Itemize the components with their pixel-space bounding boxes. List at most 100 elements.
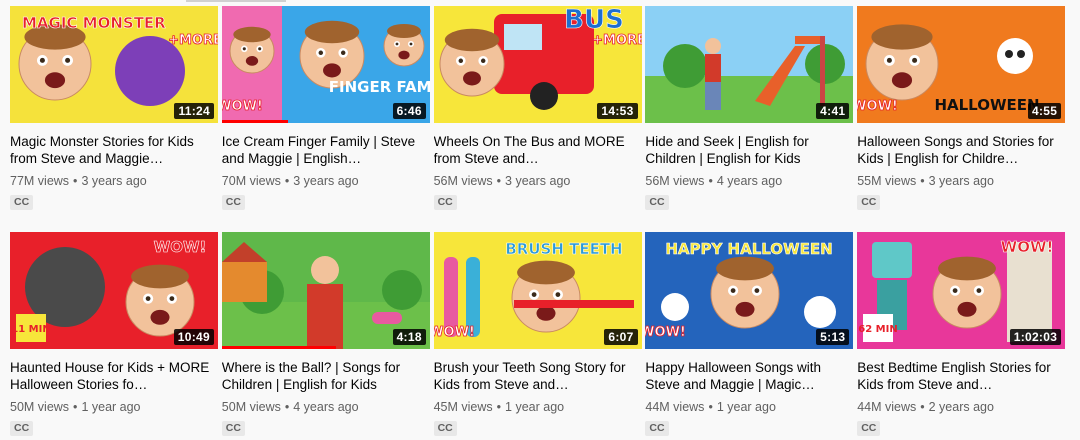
- video-grid: MAGIC MONSTER +MORE 11:24 Magic Monster Sto…: [0, 0, 1080, 440]
- video-metadata: 70M views • 3 years ago: [222, 174, 430, 190]
- video-metadata: 44M views • 1 year ago: [645, 400, 853, 416]
- video-duration: 6:46: [392, 103, 426, 119]
- video-duration: 10:49: [173, 329, 214, 345]
- video-card[interactable]: BRUSH TEETH WOW! 6:07 Brush your Teeth Song…: [433, 232, 642, 436]
- thumbnail-badge: +MORE: [592, 33, 642, 48]
- video-metadata: 44M views • 2 years ago: [857, 400, 1065, 416]
- video-card[interactable]: BUS +MORE 14:53 Wheels On The Bus and MORE …: [433, 6, 642, 210]
- upload-age: 1 year ago: [81, 400, 141, 414]
- closed-captions-badge: CC: [857, 421, 881, 436]
- video-duration: 4:55: [1027, 103, 1062, 119]
- thumbnail-caption: BUS: [564, 6, 624, 35]
- video-card[interactable]: WOW! 62 MIN 1:02:03 Best Bedtime English St…: [857, 232, 1066, 436]
- meta-separator: •: [496, 174, 502, 188]
- video-duration: 4:18: [392, 329, 426, 345]
- video-thumbnail[interactable]: WOW! 11 MIN 10:49: [10, 232, 218, 349]
- thumbnail-badge: WOW!: [222, 99, 263, 114]
- view-count: 56M views: [433, 174, 493, 188]
- video-card[interactable]: HAPPY HALLOWEEN WOW! 5:13 Happy Halloween S…: [645, 232, 854, 436]
- face-illustration: [229, 26, 275, 74]
- video-title[interactable]: Ice Cream Finger Family | Steve and Magg…: [222, 133, 430, 167]
- video-metadata: 45M views • 1 year ago: [434, 400, 642, 416]
- video-title[interactable]: Where is the Ball? | Songs for Children …: [222, 359, 430, 393]
- meta-separator: •: [708, 174, 713, 188]
- thumbnail-caption: HAPPY HALLOWEEN: [666, 240, 833, 258]
- video-card[interactable]: FINGER FAMILY WOW! 6:46 Ice Cream Finger Fa…: [221, 6, 430, 210]
- thumbnail-caption: FINGER FAMILY: [329, 78, 430, 96]
- thumbnail-caption: HALLOWEEN: [935, 96, 1040, 114]
- video-metadata: 56M views • 4 years ago: [645, 174, 853, 190]
- meta-separator: •: [496, 400, 502, 414]
- face-illustration: [18, 24, 92, 101]
- upload-age: 4 years ago: [293, 400, 359, 414]
- view-count: 44M views: [645, 400, 705, 414]
- video-title[interactable]: Halloween Songs and Stories for Kids | E…: [857, 133, 1065, 167]
- video-metadata: 50M views • 4 years ago: [222, 400, 430, 416]
- closed-captions-badge: CC: [221, 421, 245, 436]
- meta-separator: •: [920, 174, 925, 188]
- video-title[interactable]: Wheels On The Bus and MORE from Steve an…: [434, 133, 642, 167]
- video-duration: 14:53: [597, 103, 638, 119]
- upload-age: 3 years ago: [505, 174, 571, 188]
- video-thumbnail[interactable]: 4:18: [221, 232, 430, 349]
- video-thumbnail[interactable]: BUS +MORE 14:53: [433, 6, 642, 123]
- video-duration: 5:13: [816, 329, 850, 345]
- view-count: 70M views: [221, 174, 281, 188]
- thumbnail-caption: WOW!: [1001, 238, 1054, 256]
- video-card[interactable]: HALLOWEEN WOW! 4:55 Halloween Songs and Sto…: [857, 6, 1066, 210]
- video-title[interactable]: Brush your Teeth Song Story for Kids fro…: [434, 359, 642, 393]
- view-count: 55M views: [857, 174, 917, 188]
- video-thumbnail[interactable]: MAGIC MONSTER +MORE 11:24: [10, 6, 218, 123]
- upload-age: 3 years ago: [293, 174, 359, 188]
- video-card[interactable]: WOW! 11 MIN 10:49 Haunted House for Kids + …: [10, 232, 218, 436]
- video-thumbnail[interactable]: WOW! 62 MIN 1:02:03: [857, 232, 1066, 349]
- video-title[interactable]: Hide and Seek | English for Children | E…: [645, 133, 853, 167]
- meta-separator: •: [73, 400, 78, 414]
- thumbnail-badge: 11 MIN: [11, 324, 50, 335]
- upload-age: 4 years ago: [716, 174, 783, 188]
- thumbnail-badge: WOW!: [434, 325, 475, 340]
- video-duration: 11:24: [174, 103, 214, 119]
- thumbnail-badge: WOW!: [645, 325, 686, 340]
- video-metadata: 77M views • 3 years ago: [10, 174, 218, 190]
- view-count: 50M views: [10, 400, 70, 414]
- closed-captions-badge: CC: [10, 421, 34, 436]
- video-title[interactable]: Haunted House for Kids + MORE Halloween …: [10, 359, 218, 393]
- closed-captions-badge: CC: [433, 195, 457, 210]
- video-thumbnail[interactable]: FINGER FAMILY WOW! 6:46: [221, 6, 430, 123]
- video-thumbnail[interactable]: BRUSH TEETH WOW! 6:07: [433, 232, 642, 349]
- closed-captions-badge: CC: [857, 195, 881, 210]
- view-count: 56M views: [645, 174, 705, 188]
- video-thumbnail[interactable]: 4:41: [645, 6, 854, 123]
- face-illustration: [125, 264, 195, 337]
- closed-captions-badge: CC: [433, 421, 457, 436]
- face-illustration: [439, 28, 505, 97]
- watch-progress-bar: [221, 346, 337, 349]
- video-metadata: 55M views • 3 years ago: [857, 174, 1065, 190]
- closed-captions-badge: CC: [221, 195, 245, 210]
- video-thumbnail[interactable]: HALLOWEEN WOW! 4:55: [857, 6, 1066, 123]
- video-card[interactable]: 4:18 Where is the Ball? | Songs for Child…: [221, 232, 430, 436]
- meta-separator: •: [284, 174, 290, 188]
- upload-age: 3 years ago: [81, 174, 147, 188]
- upload-age: 1 year ago: [505, 400, 565, 414]
- face-illustration: [865, 24, 939, 101]
- video-duration: 1:02:03: [1009, 329, 1062, 345]
- video-card[interactable]: 4:41 Hide and Seek | English for Children…: [645, 6, 854, 210]
- meta-separator: •: [73, 174, 78, 188]
- upload-age: 3 years ago: [928, 174, 994, 188]
- video-title[interactable]: Happy Halloween Songs with Steve and Mag…: [645, 359, 853, 393]
- video-metadata: 50M views • 1 year ago: [10, 400, 218, 416]
- closed-captions-badge: CC: [645, 195, 669, 210]
- closed-captions-badge: CC: [10, 195, 34, 210]
- view-count: 77M views: [10, 174, 70, 188]
- video-title[interactable]: Best Bedtime English Stories for Kids fr…: [857, 359, 1065, 393]
- video-title[interactable]: Magic Monster Stories for Kids from Stev…: [10, 133, 218, 167]
- view-count: 50M views: [221, 400, 281, 414]
- video-thumbnail[interactable]: HAPPY HALLOWEEN WOW! 5:13: [645, 232, 854, 349]
- thumbnail-caption: MAGIC MONSTER: [22, 14, 166, 32]
- video-duration: 6:07: [604, 329, 638, 345]
- face-illustration: [383, 24, 425, 67]
- watch-progress-bar: [221, 120, 289, 123]
- video-card[interactable]: MAGIC MONSTER +MORE 11:24 Magic Monster Sto…: [10, 6, 218, 210]
